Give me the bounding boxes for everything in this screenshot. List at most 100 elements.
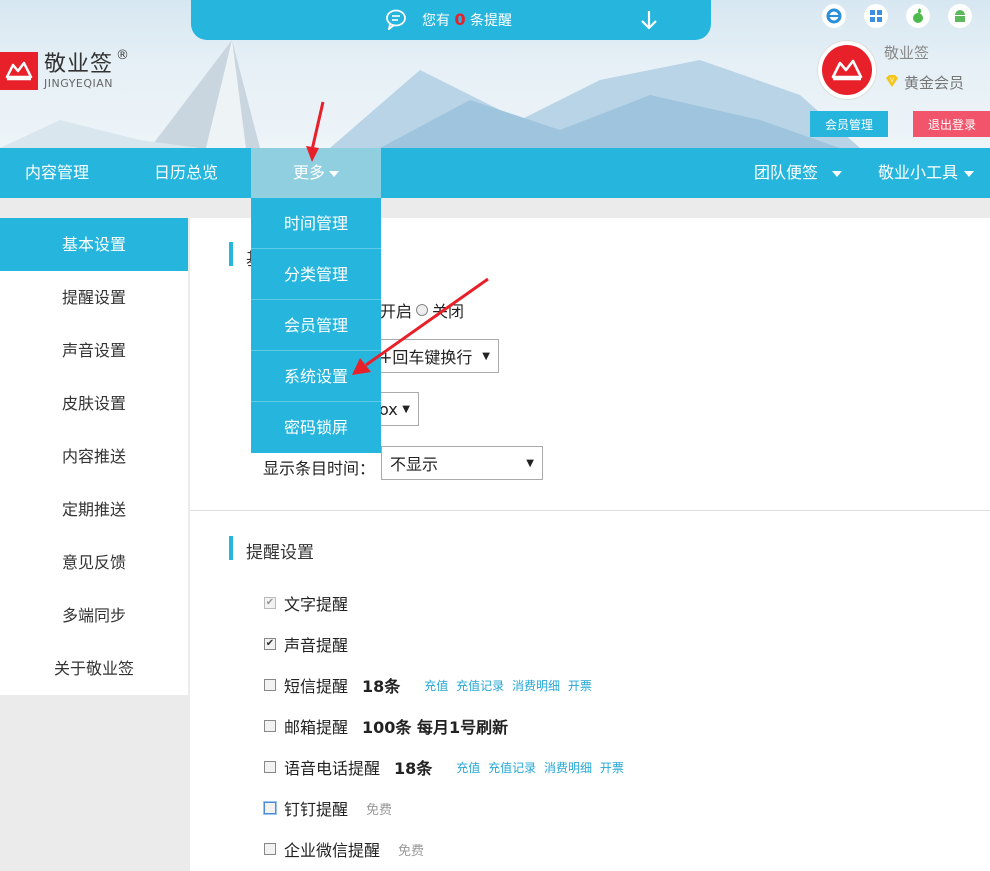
- sidebar-item-skin[interactable]: 皮肤设置: [0, 377, 188, 430]
- sms-recharge-history-link[interactable]: 充值记录: [456, 679, 504, 693]
- voice-reminder-checkbox[interactable]: [264, 761, 276, 773]
- logo-name: 敬业签: [44, 51, 114, 77]
- reminder-item-dingtalk: 钉钉提醒 免费: [264, 796, 392, 820]
- voice-links: 充值 充值记录 消费明细 开票: [456, 759, 628, 776]
- email-reminder-checkbox[interactable]: [264, 720, 276, 732]
- select-arrow-icon: ▼: [402, 403, 410, 415]
- nav-calendar-overview[interactable]: 日历总览: [154, 148, 218, 198]
- wecom-reminder-checkbox[interactable]: [264, 843, 276, 855]
- sidebar-item-feedback[interactable]: 意见反馈: [0, 536, 188, 589]
- voice-reminder-label: 语音电话提醒: [284, 759, 381, 778]
- header-banner: 敬业签 JINGYEQIAN ® 您有 0 条提醒 敬业签 V 黄金会员 会员管…: [0, 0, 990, 148]
- radio-on-label: 开启: [380, 302, 413, 321]
- text-reminder-checkbox[interactable]: ✔: [264, 597, 276, 609]
- sidebar-item-reminder[interactable]: 提醒设置: [0, 271, 188, 324]
- wecom-reminder-label: 企业微信提醒: [284, 841, 381, 860]
- radio-off[interactable]: [416, 304, 429, 316]
- menu-item-password-lock[interactable]: 密码锁屏: [251, 402, 381, 453]
- voice-consumption-link[interactable]: 消费明细: [544, 761, 592, 775]
- member-management-button[interactable]: 会员管理: [810, 111, 888, 137]
- section-divider: [190, 510, 990, 511]
- dingtalk-reminder-checkbox[interactable]: [264, 802, 276, 814]
- notice-count: 0: [454, 10, 466, 29]
- more-dropdown-menu: 时间管理 分类管理 会员管理 系统设置 密码锁屏: [251, 198, 381, 453]
- section-marker: [229, 242, 233, 266]
- logo[interactable]: 敬业签 JINGYEQIAN ®: [0, 48, 129, 90]
- email-count: 100条 每月1号刷新: [362, 718, 509, 737]
- sidebar-item-sync[interactable]: 多端同步: [0, 589, 188, 642]
- text-reminder-label: 文字提醒: [284, 595, 349, 614]
- diamond-icon: V: [884, 73, 900, 93]
- settings-sidebar: 基本设置 提醒设置 声音设置 皮肤设置 内容推送 定期推送 意见反馈 多端同步 …: [0, 218, 188, 695]
- reminder-item-voice: 语音电话提醒 18条 充值 充值记录 消费明细 开票: [264, 755, 628, 779]
- nav-more[interactable]: 更多: [251, 148, 381, 198]
- sound-reminder-label: 声音提醒: [284, 636, 349, 655]
- caret-down-icon: [329, 170, 339, 177]
- section-marker: [229, 536, 233, 560]
- sidebar-item-scheduled-push[interactable]: 定期推送: [0, 483, 188, 536]
- caret-down-icon: [964, 170, 975, 177]
- reminder-item-text: ✔ 文字提醒: [264, 591, 348, 615]
- enter-key-select[interactable]: +回车键换行 ▼: [370, 339, 499, 373]
- vip-level-text: 黄金会员: [904, 74, 965, 92]
- sms-reminder-checkbox[interactable]: [264, 679, 276, 691]
- time-display-row: 显示条目时间：: [263, 455, 375, 479]
- notice-prefix: 您有: [422, 13, 450, 29]
- vip-level: V 黄金会员: [884, 72, 964, 93]
- box-select-value: ox: [379, 399, 398, 419]
- notice-suffix: 条提醒: [470, 13, 513, 29]
- time-display-label: 显示条目时间：: [263, 459, 376, 478]
- radio-off-label: 关闭: [432, 302, 465, 321]
- voice-count: 18条: [394, 759, 433, 778]
- reminder-item-email: 邮箱提醒 100条 每月1号刷新: [264, 714, 508, 738]
- menu-item-category-management[interactable]: 分类管理: [251, 249, 381, 300]
- arrow-down-icon[interactable]: [639, 9, 659, 35]
- enter-key-select-value: +回车键换行: [379, 348, 473, 367]
- sidebar-item-basic[interactable]: 基本设置: [0, 218, 188, 271]
- sms-recharge-link[interactable]: 充值: [424, 679, 448, 693]
- dingtalk-free-note: 免费: [366, 802, 393, 818]
- platform-icons: [822, 4, 972, 28]
- sound-reminder-checkbox[interactable]: ✔: [264, 638, 276, 650]
- caret-down-icon: [832, 170, 843, 177]
- sidebar-item-sound[interactable]: 声音设置: [0, 324, 188, 377]
- menu-item-member-management[interactable]: 会员管理: [251, 300, 381, 351]
- sms-count: 18条: [362, 677, 401, 696]
- menu-item-system-settings[interactable]: 系统设置: [251, 351, 381, 402]
- reminder-settings-title: 提醒设置: [246, 543, 314, 563]
- nav-more-label: 更多: [292, 163, 325, 182]
- registered-mark: ®: [116, 48, 129, 63]
- android-icon[interactable]: [948, 4, 972, 28]
- nav-team-label: 团队便签: [754, 163, 819, 182]
- logo-icon: [0, 52, 38, 90]
- logout-button[interactable]: 退出登录: [913, 111, 990, 137]
- windows-icon[interactable]: [864, 4, 888, 28]
- user-avatar[interactable]: [818, 41, 876, 99]
- time-display-select-value: 不显示: [390, 455, 439, 474]
- nav-content-management[interactable]: 内容管理: [25, 148, 89, 198]
- select-arrow-icon: ▼: [482, 350, 490, 362]
- sidebar-item-about[interactable]: 关于敬业签: [0, 642, 188, 695]
- voice-recharge-link[interactable]: 充值: [456, 761, 480, 775]
- time-display-select[interactable]: 不显示 ▼: [381, 446, 543, 480]
- chat-bubble-icon: [385, 8, 407, 34]
- voice-invoice-link[interactable]: 开票: [600, 761, 624, 775]
- nav-tools[interactable]: 敬业小工具: [878, 148, 975, 198]
- reminder-item-sound: ✔ 声音提醒: [264, 632, 348, 656]
- sms-consumption-link[interactable]: 消费明细: [512, 679, 560, 693]
- main-navbar: 内容管理 日历总览 更多 团队便签 敬业小工具: [0, 148, 990, 198]
- sidebar-item-content-push[interactable]: 内容推送: [0, 430, 188, 483]
- dingtalk-reminder-label: 钉钉提醒: [284, 800, 349, 819]
- email-reminder-label: 邮箱提醒: [284, 718, 349, 737]
- logo-subtitle: JINGYEQIAN: [44, 76, 114, 90]
- sms-reminder-label: 短信提醒: [284, 677, 349, 696]
- voice-recharge-history-link[interactable]: 充值记录: [488, 761, 536, 775]
- reminder-item-sms: 短信提醒 18条 充值 充值记录 消费明细 开票: [264, 673, 596, 697]
- menu-item-time-management[interactable]: 时间管理: [251, 198, 381, 249]
- select-arrow-icon: ▼: [526, 457, 534, 469]
- ie-icon[interactable]: [822, 4, 846, 28]
- apple-icon[interactable]: [906, 4, 930, 28]
- sms-invoice-link[interactable]: 开票: [568, 679, 592, 693]
- nav-team-notes[interactable]: 团队便签: [754, 148, 843, 198]
- reminder-notice-bar[interactable]: 您有 0 条提醒: [191, 0, 711, 40]
